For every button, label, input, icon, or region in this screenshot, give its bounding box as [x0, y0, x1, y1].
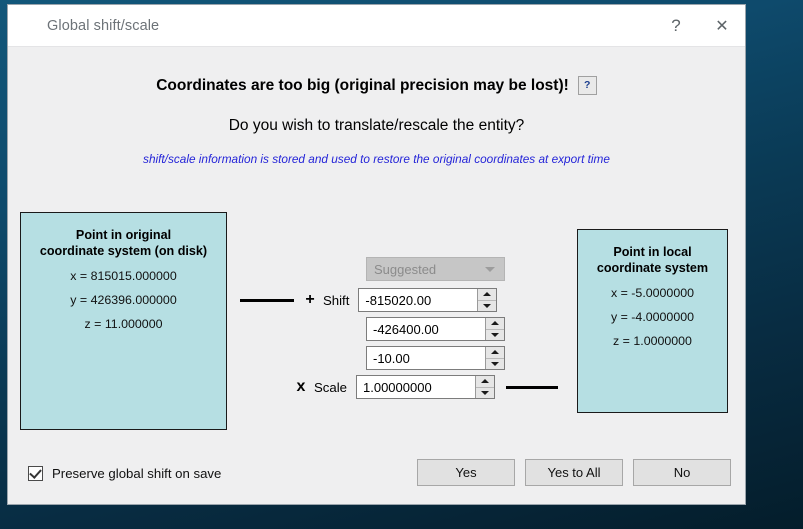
cloudcompare-logo-icon	[19, 16, 38, 35]
preserve-shift-checkbox-row[interactable]: Preserve global shift on save	[28, 466, 221, 481]
shift-y-row	[366, 317, 505, 341]
scale-spin-up[interactable]	[476, 376, 494, 388]
local-panel-title: Point in local coordinate system	[578, 244, 727, 276]
multiply-icon: x	[296, 378, 306, 395]
shift-x-spinbox[interactable]	[358, 288, 498, 312]
triangle-down-icon	[483, 303, 492, 308]
triangle-up-icon	[491, 321, 499, 326]
original-panel-title-line2: coordinate system (on disk)	[39, 244, 208, 258]
shift-x-input[interactable]	[359, 289, 478, 311]
shift-z-spin-up[interactable]	[486, 347, 504, 359]
local-y-value: y = -4.0000000	[610, 310, 694, 324]
headline-help-badge[interactable]: ?	[577, 76, 597, 95]
scale-row: x Scale	[294, 375, 558, 399]
scale-spinbox[interactable]	[356, 375, 495, 399]
plus-icon: +	[305, 291, 315, 308]
local-coordinate-panel: Point in local coordinate system x = -5.…	[577, 229, 728, 413]
shift-preset-combo[interactable]: Suggested	[366, 257, 505, 281]
headline-text: Coordinates are too big (original precis…	[156, 76, 569, 94]
original-y-value: y = 426396.000000	[70, 293, 177, 307]
dialog-titlebar: Global shift/scale ? ✕	[8, 5, 745, 47]
shift-label: Shift	[323, 292, 350, 308]
triangle-down-icon	[481, 390, 489, 395]
shift-y-input[interactable]	[367, 318, 485, 340]
shift-scale-note: shift/scale information is stored and us…	[143, 152, 610, 166]
shift-z-input[interactable]	[367, 347, 485, 369]
chevron-down-icon	[485, 266, 495, 272]
triangle-down-icon	[491, 361, 499, 366]
local-x-value: x = -5.0000000	[610, 286, 694, 300]
triangle-up-icon	[491, 350, 499, 355]
preset-combo-row: Suggested	[366, 257, 505, 281]
local-panel-title-line2: coordinate system	[596, 261, 709, 275]
scale-label: Scale	[314, 379, 347, 395]
no-button[interactable]: No	[633, 459, 731, 486]
shift-z-spin-buttons	[485, 347, 504, 369]
question-text: Do you wish to translate/rescale the ent…	[228, 117, 525, 134]
shift-preset-combo-value: Suggested	[374, 261, 437, 277]
check-icon	[29, 466, 42, 479]
triangle-up-icon	[481, 379, 489, 384]
local-panel-title-line1: Point in local	[613, 245, 692, 259]
scale-input[interactable]	[357, 376, 475, 398]
preserve-shift-checkbox[interactable]	[28, 466, 43, 481]
shift-z-spin-down[interactable]	[486, 359, 504, 370]
shift-scale-controls: Suggested + Shift -815020.00 -426400.00 …	[240, 252, 570, 412]
shift-x-row: + Shift	[240, 288, 498, 312]
preserve-shift-label: Preserve global shift on save	[52, 466, 222, 481]
original-x-value: x = 815015.000000	[70, 269, 177, 283]
shift-z-spinbox[interactable]	[366, 346, 505, 370]
original-panel-title-line1: Point in original	[75, 228, 172, 242]
dialog-title: Global shift/scale	[47, 17, 160, 34]
shift-z-row	[366, 346, 505, 370]
triangle-up-icon	[483, 292, 492, 297]
shift-y-spin-up[interactable]	[486, 318, 504, 330]
original-z-value: z = 11.000000	[84, 317, 163, 331]
local-z-value: z = 1.0000000	[613, 334, 692, 348]
global-shift-scale-dialog: Global shift/scale ? ✕ Coordinates are t…	[8, 5, 745, 504]
titlebar-close-button[interactable]: ✕	[699, 5, 745, 46]
scale-spin-down[interactable]	[476, 388, 494, 399]
yes-to-all-button[interactable]: Yes to All	[525, 459, 623, 486]
dialog-button-row: Yes Yes to All No	[417, 459, 731, 486]
dialog-body: Coordinates are too big (original precis…	[8, 47, 745, 504]
scale-spin-buttons	[475, 376, 494, 398]
shift-x-spin-buttons	[477, 289, 497, 312]
shift-x-spin-up[interactable]	[478, 289, 497, 301]
left-connector-line	[240, 298, 294, 302]
shift-y-spin-down[interactable]	[486, 330, 504, 341]
shift-x-spin-down[interactable]	[478, 301, 496, 312]
original-panel-title: Point in original coordinate system (on …	[21, 227, 226, 259]
triangle-down-icon	[491, 332, 499, 337]
headline-row: Coordinates are too big (original precis…	[8, 76, 745, 95]
shift-y-spin-buttons	[485, 318, 504, 340]
right-connector-line	[506, 385, 558, 389]
original-coordinate-panel: Point in original coordinate system (on …	[20, 212, 227, 430]
yes-button[interactable]: Yes	[417, 459, 515, 486]
shift-y-spinbox[interactable]	[366, 317, 505, 341]
titlebar-help-button[interactable]: ?	[653, 5, 699, 46]
